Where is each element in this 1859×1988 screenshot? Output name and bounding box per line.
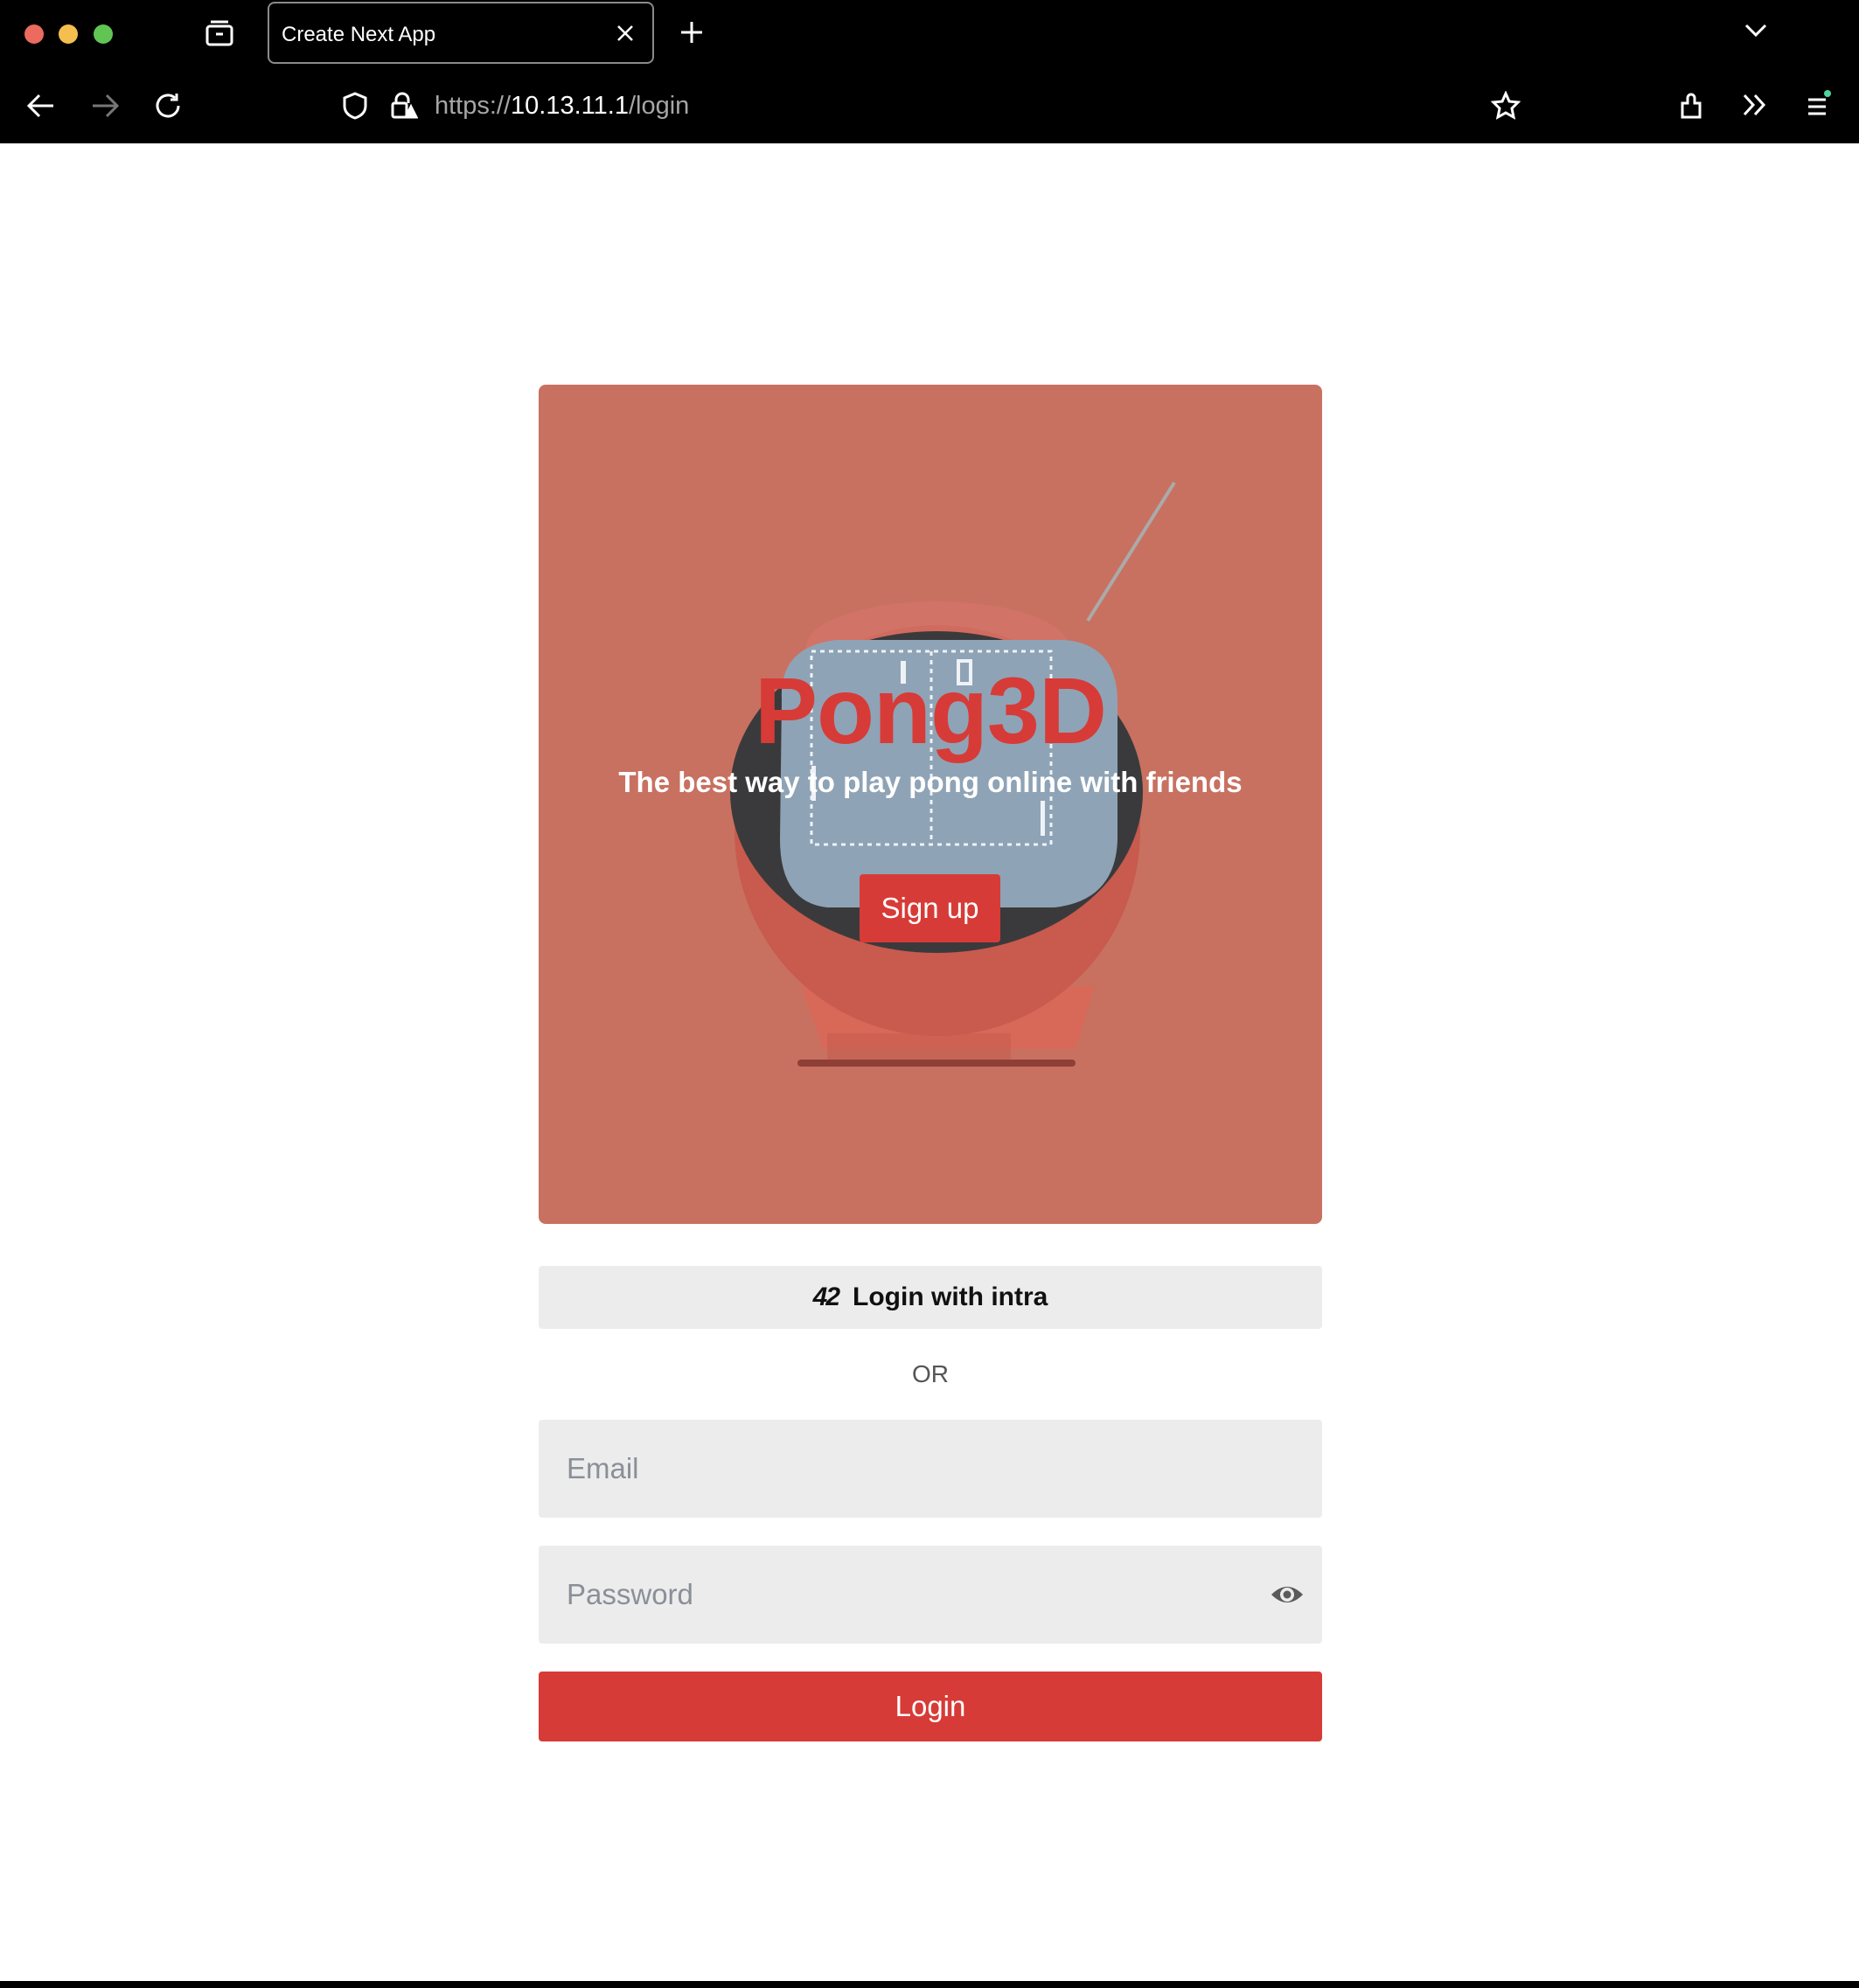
app-title: Pong3D [754, 657, 1107, 763]
sign-up-button[interactable]: Sign up [860, 874, 1000, 942]
page-content: Pong3D The best way to play pong online … [0, 143, 1859, 1981]
extensions-icon[interactable] [1679, 91, 1707, 121]
hero-card: Pong3D The best way to play pong online … [539, 385, 1322, 1224]
reload-icon[interactable] [153, 91, 183, 121]
show-password-eye-icon[interactable] [1270, 1579, 1305, 1615]
email-field-container [539, 1420, 1322, 1518]
minimize-window-button[interactable] [59, 24, 78, 44]
tab-overview-icon[interactable] [205, 19, 234, 47]
maximize-window-button[interactable] [94, 24, 113, 44]
close-tab-icon[interactable] [614, 22, 637, 49]
browser-tab[interactable]: Create Next App [268, 2, 654, 64]
url-scheme: https:// [435, 92, 512, 120]
forward-arrow-icon[interactable] [90, 93, 120, 119]
close-window-button[interactable] [24, 24, 44, 44]
intra-42-logo-icon: 42 [812, 1282, 840, 1311]
password-input[interactable] [539, 1546, 1322, 1644]
browser-chrome: Create Next App https://10.13.11.1/login [0, 0, 1859, 143]
back-arrow-icon[interactable] [26, 93, 56, 119]
tab-title: Create Next App [282, 23, 436, 46]
address-bar[interactable]: https://10.13.11.1/login [435, 92, 689, 121]
menu-hamburger-icon[interactable] [1805, 87, 1833, 119]
login-with-intra-button[interactable]: 42 Login with intra [539, 1266, 1322, 1329]
url-path: /login [628, 92, 690, 120]
login-button[interactable]: Login [539, 1672, 1322, 1741]
insecure-lock-icon[interactable] [388, 91, 418, 121]
password-field-container [539, 1546, 1322, 1644]
tab-list-chevron-down-icon[interactable] [1744, 21, 1768, 38]
url-host: 10.13.11.1 [511, 92, 629, 120]
shield-icon[interactable] [341, 91, 369, 121]
overflow-chevrons-icon[interactable] [1742, 93, 1768, 117]
bookmark-star-icon[interactable] [1491, 91, 1521, 121]
app-tagline: The best way to play pong online with fr… [618, 766, 1243, 798]
email-input[interactable] [539, 1420, 1322, 1518]
login-with-intra-label: Login with intra [853, 1282, 1048, 1311]
retro-tv-illustration [730, 481, 1176, 1067]
or-divider: OR [912, 1360, 949, 1387]
new-tab-icon[interactable] [679, 19, 705, 45]
